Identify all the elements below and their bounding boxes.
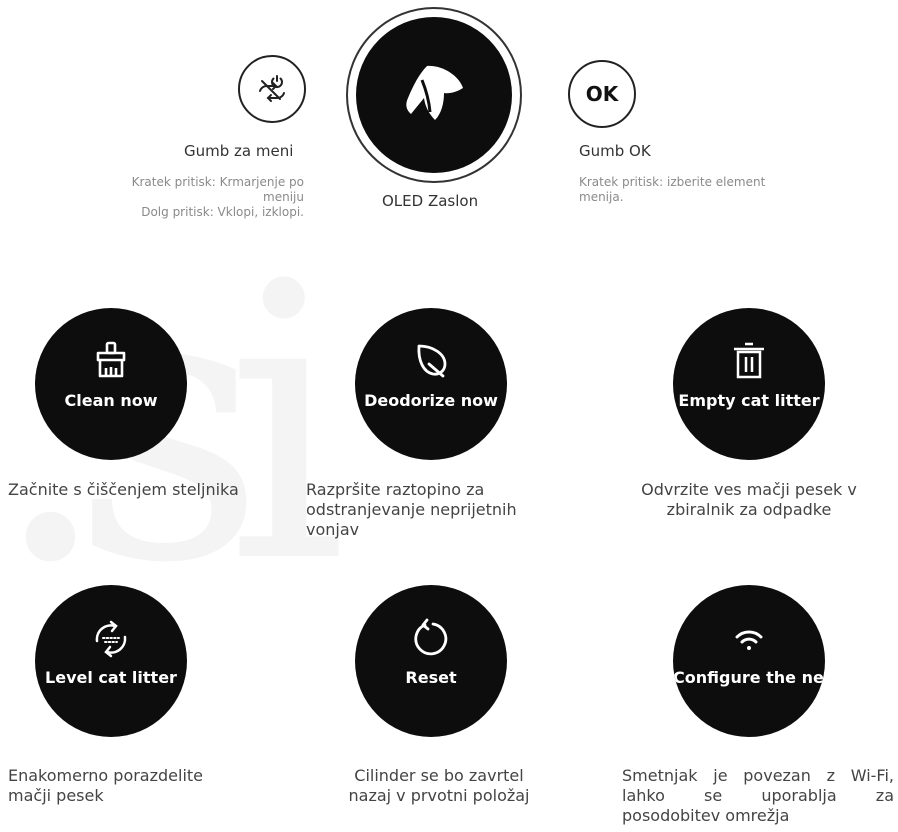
clean-now-description: Začnite s čiščenjem steljnika [8, 480, 239, 499]
reset-description: Cilinder se bo zavrtel nazaj v prvotni p… [348, 766, 530, 805]
wifi-icon [735, 630, 763, 650]
menu-button[interactable] [238, 55, 306, 123]
ok-button[interactable]: OK [568, 60, 636, 128]
ok-button-label: Gumb OK [579, 142, 651, 160]
reset-button[interactable]: Reset [355, 585, 507, 737]
empty-litter-description: Odvrzite ves mačji pesek v zbiralnik za … [641, 480, 857, 519]
clean-now-button[interactable]: Clean now [35, 308, 187, 460]
oled-label: OLED Zaslon [382, 192, 479, 210]
clean-now-caption: Clean now [64, 391, 158, 410]
ok-glyph: OK [585, 82, 619, 106]
reset-icon [414, 618, 448, 656]
dog-logo-icon [406, 65, 463, 120]
leaf-icon [417, 344, 447, 378]
broom-icon [96, 341, 126, 378]
level-litter-description: Enakomerno porazdelite mačji pesek [8, 766, 204, 805]
deodorize-now-description: Razpršite raztopino za odstranjevanje ne… [306, 480, 517, 539]
empty-litter-caption: Empty cat litter [678, 391, 820, 410]
empty-litter-button[interactable]: Empty cat litter [673, 308, 825, 460]
menu-button-label: Gumb za meni [184, 142, 294, 160]
oled-display [346, 7, 522, 183]
menu-button-note: Kratek pritisk: Krmarjenje po meniju Dol… [131, 175, 304, 219]
configure-network-description: Smetnjak je povezan z Wi-Fi, lahko se up… [622, 766, 894, 825]
power-cycle-icon [259, 75, 285, 102]
trash-icon [734, 342, 764, 379]
configure-network-caption: Configure the network [673, 668, 825, 687]
ok-button-note: Kratek pritisk: izberite element menija. [579, 175, 766, 204]
level-cycle-icon [95, 620, 127, 658]
level-litter-caption: Level cat litter [45, 668, 177, 687]
deodorize-now-button[interactable]: Deodorize now [355, 308, 507, 460]
level-litter-button[interactable]: Level cat litter [35, 585, 187, 737]
reset-caption: Reset [405, 668, 457, 687]
deodorize-now-caption: Deodorize now [364, 391, 498, 410]
configure-network-button[interactable]: Configure the network [673, 585, 825, 737]
